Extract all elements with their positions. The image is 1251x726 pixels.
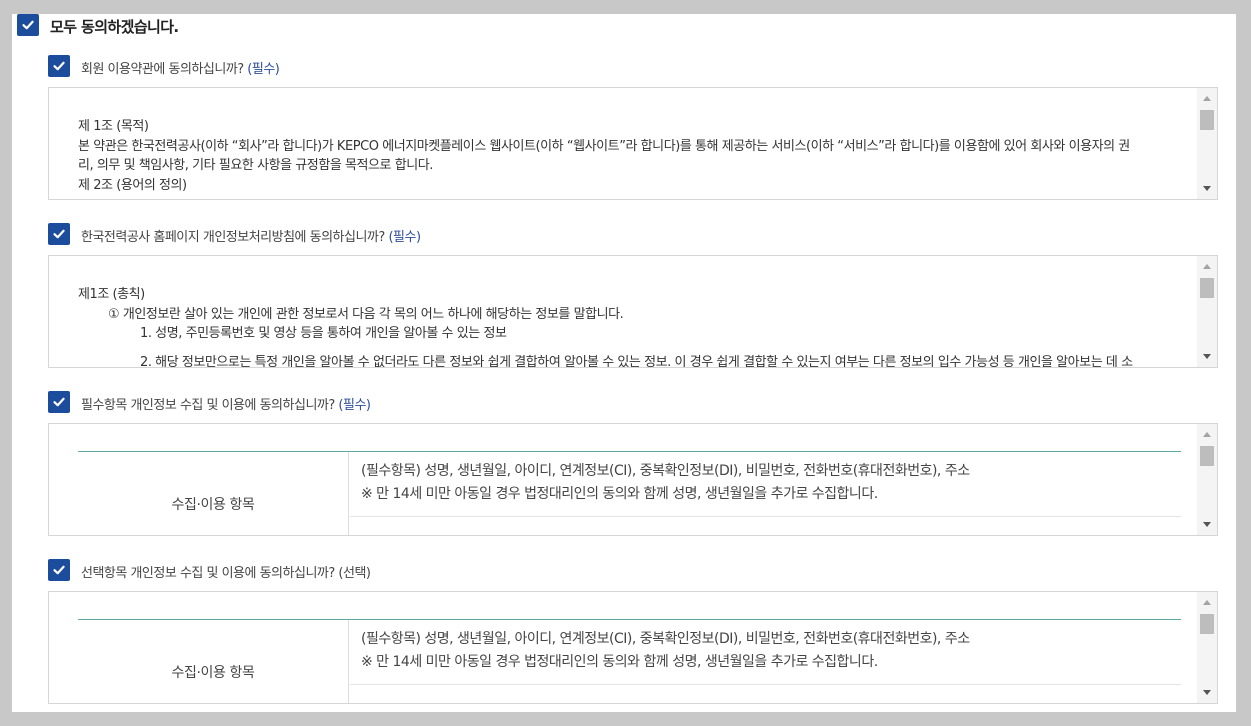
collection-table: 수집·이용 항목 (필수항목) 성명, 생년월일, 아이디, 연계정보(CI),… [78, 619, 1181, 703]
arrow-down-icon[interactable] [1203, 186, 1211, 191]
table-value-line: (필수항목) 성명, 생년월일, 아이디, 연계정보(CI), 중복확인정보(D… [361, 463, 970, 479]
table-value-line: (필수항목) 성명, 생년월일, 아이디, 연계정보(CI), 중복확인정보(D… [361, 631, 970, 647]
table-divider [350, 684, 1181, 685]
terms-panel: 모두 동의하겠습니다. 회원 이용약관에 동의하십니까? (필수) 제 1조 (… [12, 14, 1236, 712]
arrow-up-icon[interactable] [1203, 600, 1211, 605]
optional-info-checkbox[interactable] [48, 559, 70, 581]
terms-line: 리, 의무 및 책임사항, 기타 필요한 사항을 규정함을 목적으로 합니다. [78, 158, 433, 173]
scrollbar[interactable] [1197, 88, 1217, 199]
optional-info-question: 선택항목 개인정보 수집 및 이용에 동의하십니까? (선택) [81, 562, 371, 581]
agree-all-checkbox[interactable] [17, 14, 39, 36]
checkmark-icon [53, 229, 65, 239]
arrow-down-icon[interactable] [1203, 522, 1211, 527]
arrow-up-icon[interactable] [1203, 264, 1211, 269]
table-value-cell: (필수항목) 성명, 생년월일, 아이디, 연계정보(CI), 중복확인정보(D… [361, 628, 970, 674]
table-header-cell: 수집·이용 항목 [78, 620, 349, 703]
checkmark-icon [53, 565, 65, 575]
policy-line: 제1조 (총칙) [78, 287, 145, 302]
arrow-up-icon[interactable] [1203, 432, 1211, 437]
checkmark-icon [53, 61, 65, 71]
scrollbar-thumb[interactable] [1200, 278, 1214, 298]
arrow-down-icon[interactable] [1203, 354, 1211, 359]
scrollbar[interactable] [1197, 592, 1217, 703]
arrow-up-icon[interactable] [1203, 96, 1211, 101]
policy-line: ① 개인정보란 살아 있는 개인에 관한 정보로서 다음 각 목의 어느 하나에… [108, 306, 624, 322]
question-text: 필수항목 개인정보 수집 및 이용에 동의하십니까? [81, 398, 335, 413]
privacy-policy-checkbox[interactable] [48, 223, 70, 245]
terms-of-use-textbox[interactable]: 제 1조 (목적) 본 약관은 한국전력공사(이하 “회사”라 합니다)가 KE… [48, 87, 1218, 200]
required-info-textbox[interactable]: 수집·이용 항목 (필수항목) 성명, 생년월일, 아이디, 연계정보(CI),… [48, 423, 1218, 536]
collection-table: 수집·이용 항목 (필수항목) 성명, 생년월일, 아이디, 연계정보(CI),… [78, 451, 1181, 535]
terms-line: 제 2조 (용어의 정의) [78, 177, 187, 193]
terms-of-use-checkbox[interactable] [48, 55, 70, 77]
scrollbar[interactable] [1197, 424, 1217, 535]
checkmark-icon [22, 20, 34, 30]
policy-line: 1. 성명, 주민등록번호 및 영상 등을 통하여 개인을 알아볼 수 있는 정… [140, 326, 507, 341]
terms-of-use-question: 회원 이용약관에 동의하십니까? (필수) [81, 58, 280, 77]
table-value-line: ※ 만 14세 미만 아동일 경우 법정대리인의 동의와 함께 성명, 생년월일… [361, 486, 878, 502]
table-header-cell: 수집·이용 항목 [78, 452, 349, 535]
arrow-down-icon[interactable] [1203, 690, 1211, 695]
question-text: 선택항목 개인정보 수집 및 이용에 동의하십니까? [81, 566, 335, 581]
checkmark-icon [53, 397, 65, 407]
question-text: 회원 이용약관에 동의하십니까? [81, 62, 244, 77]
optional-tag: (선택) [338, 566, 371, 581]
terms-line: 제 1조 (목적) [78, 119, 149, 134]
required-tag: (필수) [388, 230, 421, 245]
required-tag: (필수) [247, 62, 280, 77]
table-value-line: ※ 만 14세 미만 아동일 경우 법정대리인의 동의와 함께 성명, 생년월일… [361, 654, 878, 670]
required-info-question: 필수항목 개인정보 수집 및 이용에 동의하십니까? (필수) [81, 394, 371, 413]
scrollbar-thumb[interactable] [1200, 110, 1214, 130]
required-tag: (필수) [338, 398, 371, 413]
scrollbar-thumb[interactable] [1200, 446, 1214, 466]
scrollbar-thumb[interactable] [1200, 614, 1214, 634]
scrollbar[interactable] [1197, 256, 1217, 367]
privacy-policy-question: 한국전력공사 홈페이지 개인정보처리방침에 동의하십니까? (필수) [81, 226, 421, 245]
agree-all-label: 모두 동의하겠습니다. [50, 18, 179, 36]
privacy-policy-textbox[interactable]: 제1조 (총칙) ① 개인정보란 살아 있는 개인에 관한 정보로서 다음 각 … [48, 255, 1218, 368]
question-text: 한국전력공사 홈페이지 개인정보처리방침에 동의하십니까? [81, 230, 385, 245]
required-info-checkbox[interactable] [48, 391, 70, 413]
optional-info-textbox[interactable]: 수집·이용 항목 (필수항목) 성명, 생년월일, 아이디, 연계정보(CI),… [48, 591, 1218, 704]
terms-line: 본 약관은 한국전력공사(이하 “회사”라 합니다)가 KEPCO 에너지마켓플… [78, 138, 1130, 154]
table-divider [350, 516, 1181, 517]
policy-line: 2. 해당 정보만으로는 특정 개인을 알아볼 수 없더라도 다른 정보와 쉽게… [140, 354, 1133, 368]
table-value-cell: (필수항목) 성명, 생년월일, 아이디, 연계정보(CI), 중복확인정보(D… [361, 460, 970, 506]
